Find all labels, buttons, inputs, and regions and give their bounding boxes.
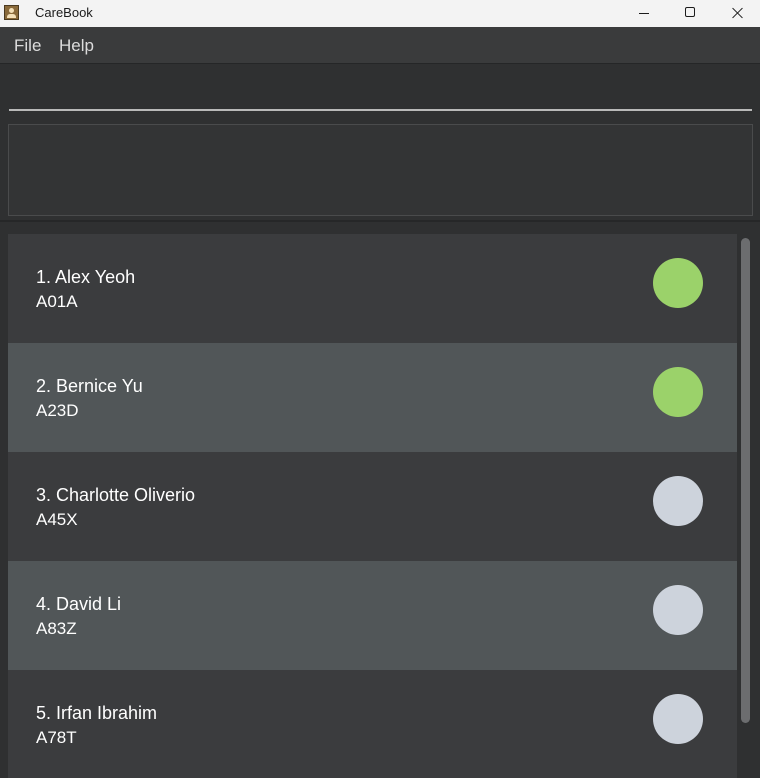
command-input[interactable] — [9, 67, 752, 111]
person-name: 1. Alex Yeoh — [36, 267, 136, 287]
person-id: A45X — [36, 510, 78, 529]
menu-bar: File Help — [0, 27, 760, 64]
minimize-icon — [639, 13, 649, 14]
title-bar: CareBook — [0, 0, 760, 27]
person-name: 5. Irfan Ibrahim — [36, 703, 158, 723]
command-box-container — [0, 64, 760, 117]
person-card[interactable]: 4. David Li A83Z — [8, 561, 737, 670]
list-scrollbar[interactable] — [740, 234, 751, 778]
status-indicator — [653, 367, 703, 417]
close-icon — [732, 7, 743, 18]
person-card[interactable]: 1. Alex Yeoh A01A — [8, 234, 737, 343]
status-indicator — [653, 476, 703, 526]
person-name: 4. David Li — [36, 594, 122, 614]
close-button[interactable] — [714, 0, 760, 27]
person-id: A23D — [36, 401, 79, 420]
menu-help[interactable]: Help — [59, 36, 94, 56]
window-title: CareBook — [35, 5, 93, 20]
person-card[interactable]: 2. Bernice Yu A23D — [8, 343, 737, 452]
person-name: 2. Bernice Yu — [36, 376, 143, 396]
menu-file[interactable]: File — [14, 36, 41, 56]
status-indicator — [653, 258, 703, 308]
app-logo-icon — [4, 5, 19, 20]
minimize-button[interactable] — [621, 0, 667, 27]
scrollbar-thumb[interactable] — [741, 238, 750, 723]
result-display-container — [0, 117, 760, 222]
person-id: A01A — [36, 292, 78, 311]
person-list[interactable]: 1. Alex Yeoh A01A 2. Bernice Yu A23D 3. … — [8, 234, 737, 778]
person-id: A78T — [36, 728, 77, 747]
person-list-panel: 1. Alex Yeoh A01A 2. Bernice Yu A23D 3. … — [0, 222, 760, 778]
status-indicator — [653, 694, 703, 744]
maximize-icon — [685, 7, 695, 17]
status-indicator — [653, 585, 703, 635]
maximize-button[interactable] — [667, 0, 713, 27]
person-card[interactable]: 3. Charlotte Oliverio A45X — [8, 452, 737, 561]
person-card[interactable]: 5. Irfan Ibrahim A78T — [8, 670, 737, 778]
person-name: 3. Charlotte Oliverio — [36, 485, 196, 505]
result-display — [8, 124, 753, 216]
person-id: A83Z — [36, 619, 77, 638]
app-window: CareBook File Help 1. Alex Yeoh A01A 2. … — [0, 0, 760, 778]
